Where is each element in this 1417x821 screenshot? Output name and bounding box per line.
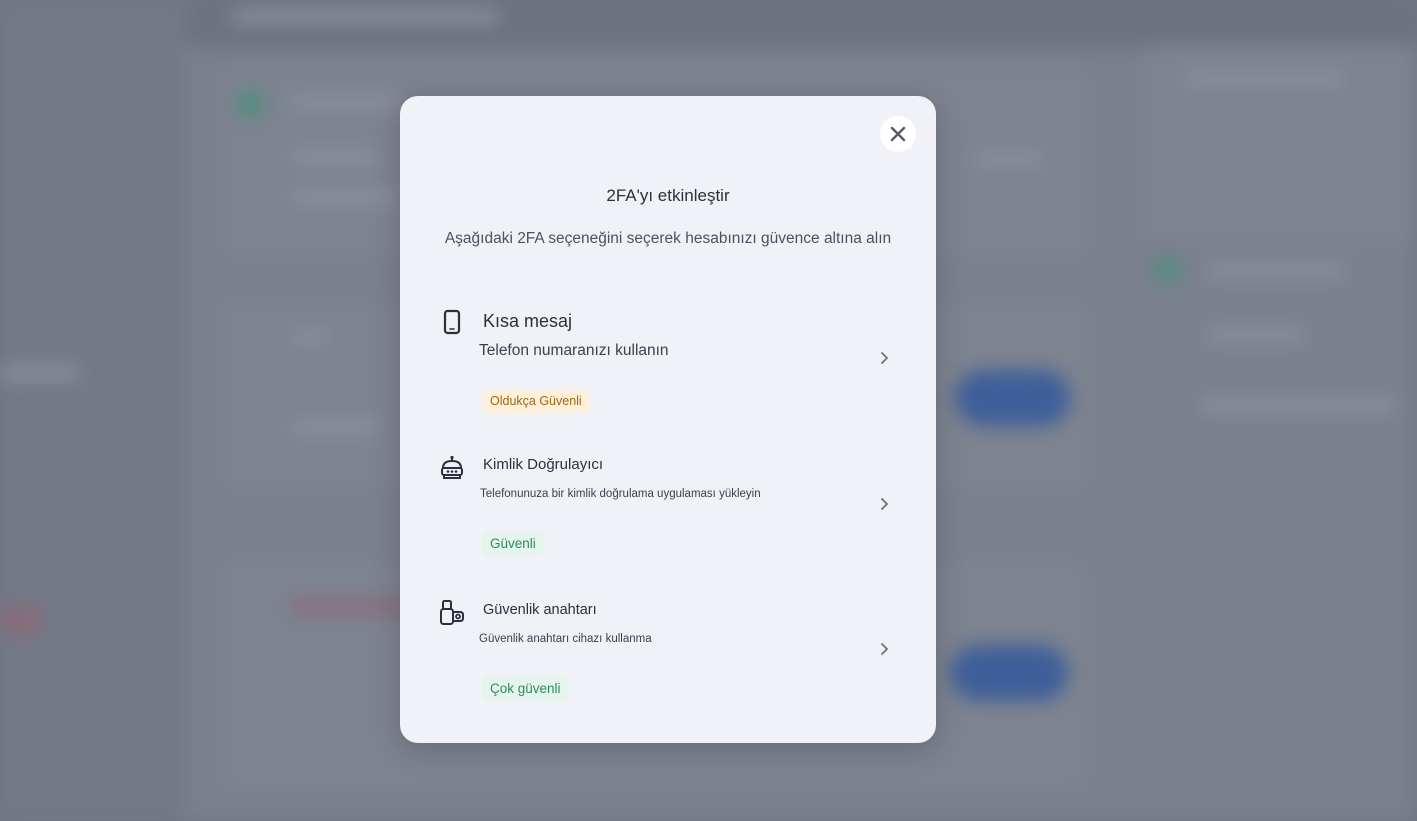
background-text-line [1200,398,1395,412]
background-badge [0,606,40,634]
background-text-line [290,96,400,110]
background-text-line [1185,72,1345,86]
background-text-line [290,150,380,164]
option-sms[interactable]: Kısa mesaj Telefon numaranızı kullanın O… [428,302,908,432]
background-text-line [1206,328,1306,342]
background-status-dot [1154,256,1180,282]
option-description: Güvenlik anahtarı cihazı kullanma [479,633,652,645]
close-button[interactable] [880,116,916,152]
background-text-line [975,152,1045,166]
background-text-line [230,10,500,24]
security-level-badge: Çok güvenli [482,676,569,701]
background-text-line [290,420,380,434]
chevron-right-icon [875,640,893,658]
option-title: Kimlik Doğrulayıcı [483,456,604,473]
background-text-line [290,330,330,344]
option-description: Telefon numaranızı kullanın [479,342,669,359]
background-text-line [1206,264,1346,278]
security-level-badge: Güvenli [482,531,544,556]
background-status-dot [236,90,264,118]
smartphone-icon [438,308,466,336]
option-title: Güvenlik anahtarı [483,602,597,618]
security-level-badge: Oldukça Güvenli [482,389,590,413]
background-text-line [290,190,400,204]
background-button [950,645,1068,701]
background-text-line [0,366,80,380]
option-title: Kısa mesaj [483,311,573,331]
enable-2fa-dialog: 2FA'yı etkinleştir Aşağıdaki 2FA seçeneğ… [400,96,936,743]
dialog-title: 2FA'yı etkinleştir [606,186,730,205]
background-topbar [185,0,1417,48]
authenticator-robot-icon [438,454,466,482]
dialog-subtitle: Aşağıdaki 2FA seçeneğini seçerek hesabın… [444,230,892,247]
background-text-line [290,600,410,614]
option-security-key[interactable]: Güvenlik anahtarı Güvenlik anahtarı ciha… [428,593,908,723]
chevron-right-icon [875,495,893,513]
background-sidebar [0,0,185,821]
security-key-icon [438,599,466,627]
chevron-right-icon [875,349,893,367]
background-button [955,370,1070,426]
close-icon [890,126,906,142]
option-authenticator[interactable]: Kimlik Doğrulayıcı Telefonunuza bir kiml… [428,448,908,578]
option-description: Telefonunuza bir kimlik doğrulama uygula… [480,488,761,500]
